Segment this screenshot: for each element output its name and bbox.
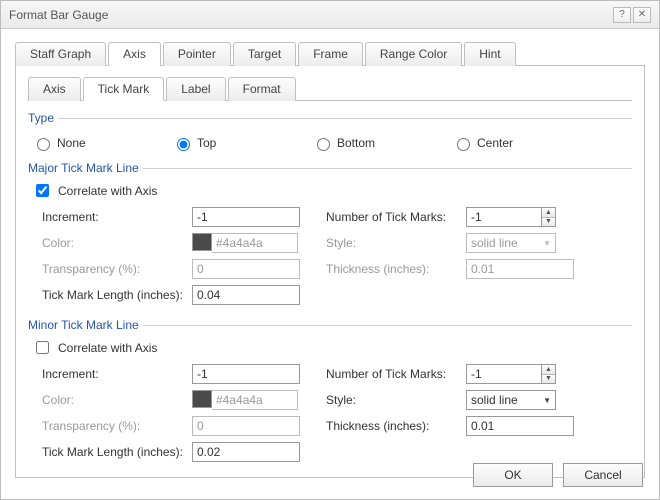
minor-transparency-label: Transparency (%): bbox=[42, 419, 192, 433]
dialog-title: Format Bar Gauge bbox=[9, 8, 108, 22]
dialog-footer: OK Cancel bbox=[473, 463, 643, 487]
minor-ticklength-label: Tick Mark Length (inches): bbox=[42, 445, 192, 459]
radio-bottom-input[interactable] bbox=[317, 138, 330, 151]
minor-numticks-spinner[interactable]: ▲▼ bbox=[542, 364, 556, 384]
major-increment-input[interactable] bbox=[192, 207, 300, 227]
spin-up-icon[interactable]: ▲ bbox=[542, 365, 555, 375]
close-button[interactable]: ✕ bbox=[633, 7, 651, 23]
major-correlate-checkbox[interactable] bbox=[36, 184, 49, 197]
tab-format[interactable]: Format bbox=[228, 77, 296, 101]
minor-thickness-input[interactable] bbox=[466, 416, 574, 436]
ok-button[interactable]: OK bbox=[473, 463, 553, 487]
major-transparency-label: Transparency (%): bbox=[42, 262, 192, 276]
minor-correlate-label: Correlate with Axis bbox=[58, 341, 157, 355]
major-ticklength-input[interactable] bbox=[192, 285, 300, 305]
major-numticks-label: Number of Tick Marks: bbox=[326, 210, 466, 224]
major-ticklength-label: Tick Mark Length (inches): bbox=[42, 288, 192, 302]
major-style-label: Style: bbox=[326, 236, 466, 250]
tab-tick-mark[interactable]: Tick Mark bbox=[83, 77, 165, 101]
minor-numticks-label: Number of Tick Marks: bbox=[326, 367, 466, 381]
minor-transparency-input bbox=[192, 416, 300, 436]
tab-hint[interactable]: Hint bbox=[464, 42, 515, 66]
minor-correlate-checkbox[interactable] bbox=[36, 341, 49, 354]
major-correlate-label: Correlate with Axis bbox=[58, 184, 157, 198]
minor-color-input bbox=[212, 390, 298, 410]
radio-none[interactable]: None bbox=[32, 135, 172, 151]
tab-target[interactable]: Target bbox=[233, 42, 296, 66]
tab-frame[interactable]: Frame bbox=[298, 42, 363, 66]
radio-center-input[interactable] bbox=[457, 138, 470, 151]
type-section-label: Type bbox=[28, 111, 632, 125]
radio-bottom[interactable]: Bottom bbox=[312, 135, 452, 151]
minor-section-label: Minor Tick Mark Line bbox=[28, 318, 632, 332]
major-section-label: Major Tick Mark Line bbox=[28, 161, 632, 175]
minor-increment-label: Increment: bbox=[42, 367, 192, 381]
cancel-button[interactable]: Cancel bbox=[563, 463, 643, 487]
major-color-input bbox=[212, 233, 298, 253]
spin-down-icon[interactable]: ▼ bbox=[542, 375, 555, 384]
major-numticks-spinner[interactable]: ▲▼ bbox=[542, 207, 556, 227]
minor-style-select[interactable]: solid line ▼ bbox=[466, 390, 556, 410]
major-numticks-input[interactable] bbox=[466, 207, 542, 227]
tab-pointer[interactable]: Pointer bbox=[163, 42, 231, 66]
tab-axis[interactable]: Axis bbox=[108, 42, 161, 66]
help-button[interactable]: ? bbox=[613, 7, 631, 23]
type-radio-group: None Top Bottom Center bbox=[28, 129, 632, 155]
tab-range-color[interactable]: Range Color bbox=[365, 42, 462, 66]
major-thickness-label: Thickness (inches): bbox=[326, 262, 466, 276]
major-color-chip bbox=[192, 233, 212, 251]
inner-tabs: Axis Tick Mark Label Format bbox=[28, 76, 632, 101]
spin-up-icon[interactable]: ▲ bbox=[542, 208, 555, 218]
spin-down-icon[interactable]: ▼ bbox=[542, 218, 555, 227]
window-controls: ? ✕ bbox=[613, 7, 651, 23]
minor-thickness-label: Thickness (inches): bbox=[326, 419, 466, 433]
chevron-down-icon: ▼ bbox=[543, 239, 551, 248]
minor-style-label: Style: bbox=[326, 393, 466, 407]
major-color-label: Color: bbox=[42, 236, 192, 250]
radio-top[interactable]: Top bbox=[172, 135, 312, 151]
major-style-select: solid line ▼ bbox=[466, 233, 556, 253]
axis-panel: Axis Tick Mark Label Format Type None To… bbox=[15, 66, 645, 478]
radio-none-input[interactable] bbox=[37, 138, 50, 151]
minor-numticks-input[interactable] bbox=[466, 364, 542, 384]
format-bar-gauge-dialog: Format Bar Gauge ? ✕ Staff Graph Axis Po… bbox=[0, 0, 660, 500]
major-thickness-input bbox=[466, 259, 574, 279]
radio-center[interactable]: Center bbox=[452, 135, 592, 151]
tab-label[interactable]: Label bbox=[166, 77, 225, 101]
chevron-down-icon: ▼ bbox=[543, 396, 551, 405]
tab-axis-sub[interactable]: Axis bbox=[28, 77, 81, 101]
minor-ticklength-input[interactable] bbox=[192, 442, 300, 462]
tab-staff-graph[interactable]: Staff Graph bbox=[15, 42, 106, 66]
titlebar: Format Bar Gauge ? ✕ bbox=[1, 1, 659, 29]
minor-color-chip bbox=[192, 390, 212, 408]
major-increment-label: Increment: bbox=[42, 210, 192, 224]
minor-increment-input[interactable] bbox=[192, 364, 300, 384]
outer-tabs: Staff Graph Axis Pointer Target Frame Ra… bbox=[15, 41, 645, 66]
radio-top-input[interactable] bbox=[177, 138, 190, 151]
major-transparency-input bbox=[192, 259, 300, 279]
minor-color-label: Color: bbox=[42, 393, 192, 407]
